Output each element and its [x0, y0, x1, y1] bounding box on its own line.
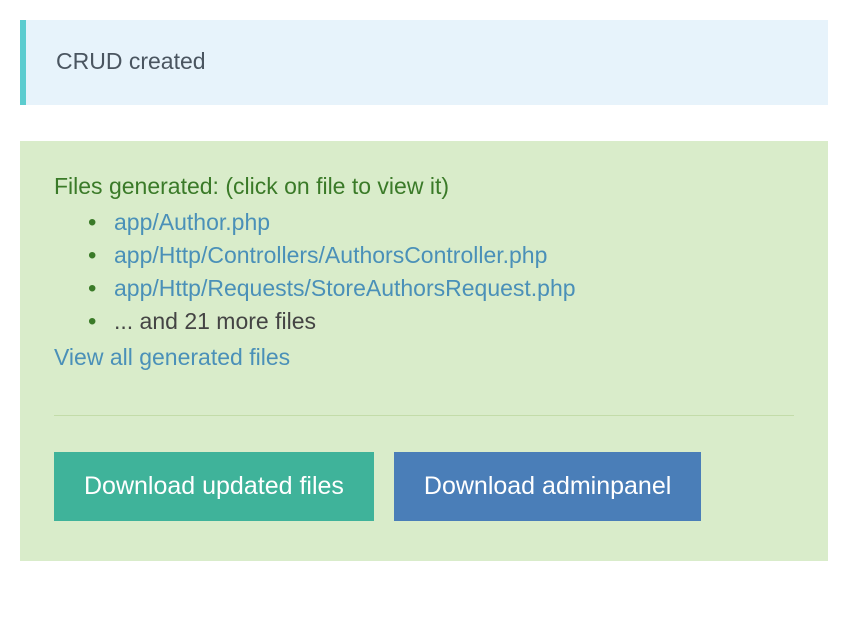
file-link[interactable]: app/Author.php: [114, 209, 270, 235]
more-files-text: ... and 21 more files: [114, 308, 316, 334]
button-row: Download updated files Download adminpan…: [54, 452, 794, 521]
download-adminpanel-button[interactable]: Download adminpanel: [394, 452, 701, 521]
view-all-files-link[interactable]: View all generated files: [54, 344, 290, 371]
file-link[interactable]: app/Http/Requests/StoreAuthorsRequest.ph…: [114, 275, 576, 301]
info-banner: CRUD created: [20, 20, 828, 105]
list-item: app/Http/Requests/StoreAuthorsRequest.ph…: [114, 272, 794, 305]
list-item: app/Http/Controllers/AuthorsController.p…: [114, 239, 794, 272]
files-generated-heading: Files generated: (click on file to view …: [54, 173, 794, 200]
list-item: app/Author.php: [114, 206, 794, 239]
info-banner-text: CRUD created: [56, 48, 206, 74]
success-panel: Files generated: (click on file to view …: [20, 141, 828, 561]
list-item: ... and 21 more files: [114, 305, 794, 338]
divider: [54, 415, 794, 416]
download-updated-files-button[interactable]: Download updated files: [54, 452, 374, 521]
generated-files-list: app/Author.php app/Http/Controllers/Auth…: [54, 206, 794, 338]
file-link[interactable]: app/Http/Controllers/AuthorsController.p…: [114, 242, 547, 268]
